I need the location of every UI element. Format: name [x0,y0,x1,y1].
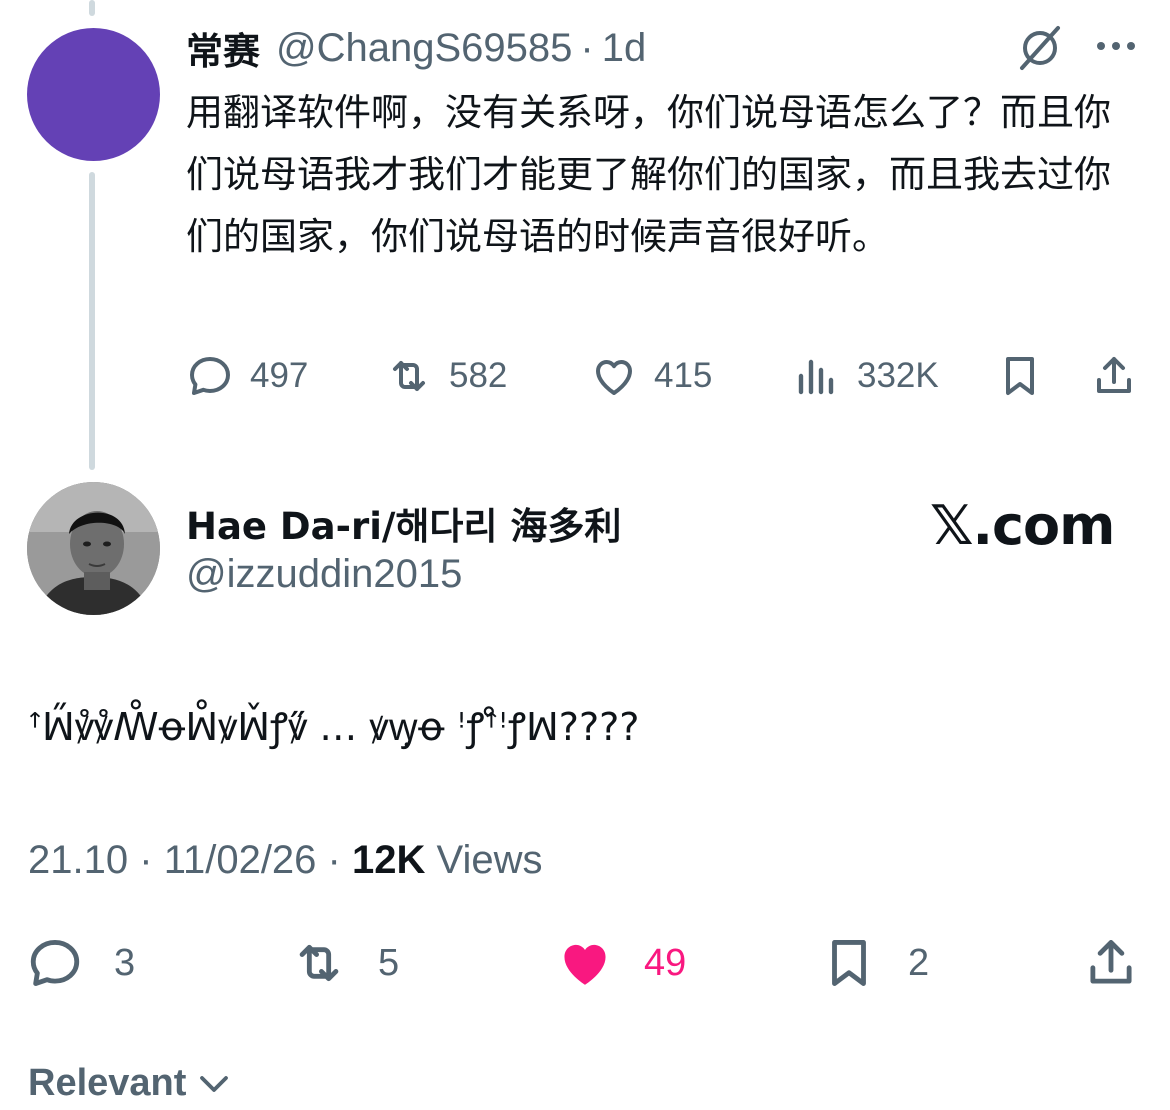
bookmark-button[interactable] [996,352,1044,400]
thread-line-top [89,0,95,16]
reply-header: 常赛 @ChangS69585 · 1d [186,22,646,74]
reply-count: 3 [114,941,136,984]
chevron-down-icon [200,1075,229,1092]
repost-icon [299,944,339,982]
profile-photo-icon [27,482,160,615]
reply-timestamp[interactable]: 1d [602,26,647,71]
bookmark-icon [1006,357,1034,395]
main-text: ꜛꟽ̋ꝟ̊ꝟ̊ꟿ̊ꝋꟽ̊ꝟꟽ̌ꝭꝟ̋ … ꝟꝡ̣ꝋ ꜝꝭꜛ̊ꜝꝭꟽ???? [28,705,640,749]
like-icon [596,360,632,395]
bookmark-icon [832,940,866,986]
bookmark-count: 2 [908,941,930,984]
separator: · [580,25,594,70]
reply-icon [190,357,230,395]
sort-label: Relevant [28,1062,187,1104]
reply-icon [30,940,80,986]
post-date[interactable]: 11/02/26 [164,838,317,882]
separator: · [327,838,341,882]
views-button[interactable]: 332K [793,352,939,400]
like-count: 49 [644,941,687,984]
reply-text: 用翻译软件啊，没有关系呀，你们说母语怎么了？而且你们说母语我才我们才能更了解你们… [186,91,1111,258]
like-button[interactable]: 415 [590,352,712,400]
x-com-watermark: 𝕏.com [930,494,1115,557]
like-button[interactable]: 49 [556,934,686,992]
reply-handle[interactable]: @ChangS69585 [276,26,572,71]
post-time[interactable]: 21.10 [28,838,128,882]
main-handle[interactable]: @izzuddin2015 [186,552,462,597]
repost-icon [393,361,425,391]
views-count: 332K [857,356,939,395]
views-label: Views [436,838,543,882]
separator: · [139,838,153,882]
repost-count: 5 [378,941,400,984]
reply-action-bar: 497 582 415 332K [0,352,1170,412]
reply-display-name[interactable]: 常赛 [186,21,260,75]
bookmark-button[interactable]: 2 [820,934,929,992]
share-button[interactable] [1082,934,1170,992]
share-icon [1090,940,1132,984]
main-display-name[interactable]: Hae Da-ri/해다리 海多利 [186,496,621,550]
like-count: 415 [654,356,713,395]
repost-count: 582 [449,356,508,395]
repost-button[interactable]: 5 [290,934,399,992]
grok-icon[interactable] [1016,24,1064,72]
tweet-meta: 21.10 · 11/02/26 · 12K Views [28,838,543,883]
like-filled-icon [564,944,606,985]
sort-dropdown[interactable]: Relevant [28,1062,232,1105]
repost-button[interactable]: 582 [385,352,507,400]
reply-count: 497 [250,356,309,395]
thread-line [89,172,95,470]
more-icon[interactable] [1092,26,1140,66]
avatar[interactable] [27,28,160,161]
avatar[interactable] [27,482,160,615]
share-icon [1097,357,1131,393]
views-total: 12K [352,838,426,882]
views-icon [798,359,834,395]
reply-button[interactable]: 497 [186,352,308,400]
reply-button[interactable]: 3 [26,934,135,992]
share-button[interactable] [1090,352,1138,400]
main-action-bar: 3 5 49 2 [0,934,1170,994]
